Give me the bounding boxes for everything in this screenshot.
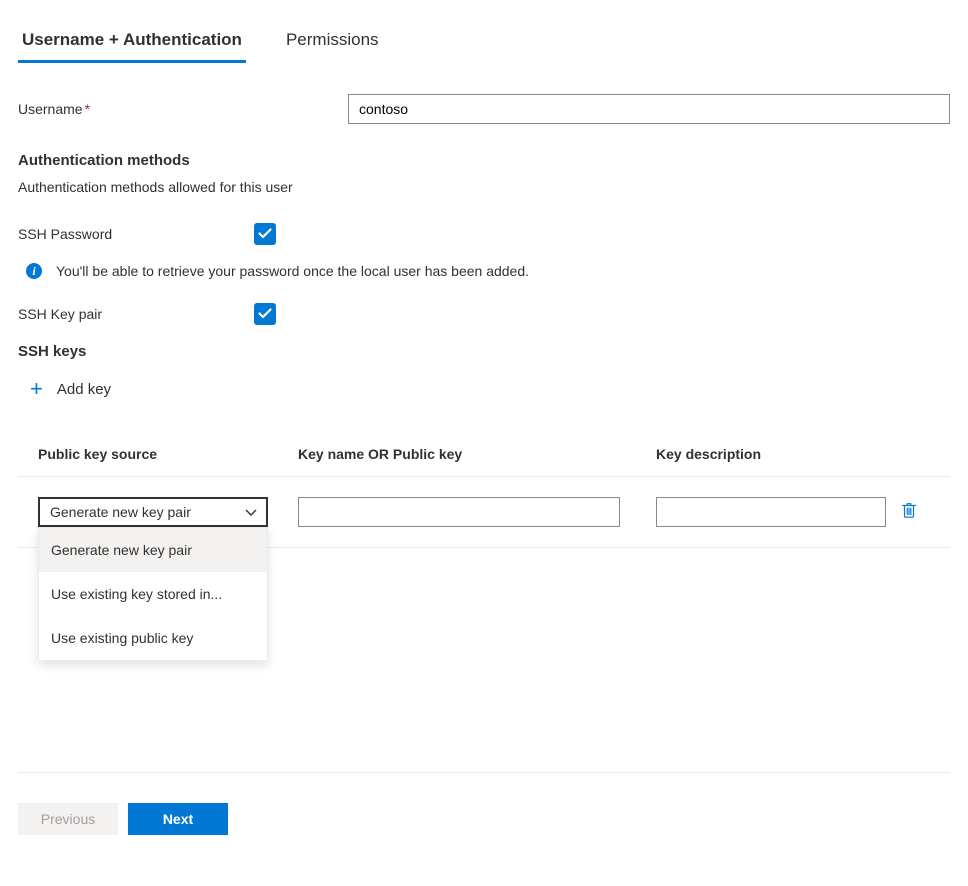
username-row: Username* [18,94,950,124]
public-key-source-options: Generate new key pair Use existing key s… [38,527,268,661]
ssh-keypair-checkbox[interactable] [254,303,276,325]
option-use-existing-stored[interactable]: Use existing key stored in... [39,572,267,616]
ssh-password-row: SSH Password [18,223,950,245]
ssh-key-row: Generate new key pair Generate new key p… [18,477,950,548]
username-label-text: Username [18,101,83,117]
password-info-text: You'll be able to retrieve your password… [56,263,529,279]
next-button[interactable]: Next [128,803,228,835]
add-key-button[interactable]: + Add key [30,378,111,400]
chevron-down-icon [244,505,258,519]
ssh-keys-title: SSH keys [18,343,950,360]
required-asterisk: * [85,101,90,117]
key-description-input[interactable] [656,497,886,527]
tab-username-authentication[interactable]: Username + Authentication [18,20,246,63]
tabs: Username + Authentication Permissions [18,20,950,64]
delete-key-button[interactable] [900,497,930,522]
ssh-keypair-label: SSH Key pair [18,306,254,322]
public-key-source-dropdown-wrap: Generate new key pair Generate new key p… [38,497,268,527]
trash-icon [900,501,918,519]
auth-methods-title: Authentication methods [18,152,950,169]
plus-icon: + [30,378,43,400]
wizard-footer: Previous Next [18,772,950,835]
previous-button[interactable]: Previous [18,803,118,835]
auth-methods-subtitle: Authentication methods allowed for this … [18,179,950,195]
ssh-password-checkbox[interactable] [254,223,276,245]
info-icon: i [26,263,42,279]
password-info-note: i You'll be able to retrieve your passwo… [26,263,950,279]
checkmark-icon [257,226,273,242]
username-label: Username* [18,101,348,117]
public-key-source-dropdown[interactable]: Generate new key pair [38,497,268,527]
dropdown-selected-text: Generate new key pair [50,504,191,520]
ssh-keypair-row: SSH Key pair [18,303,950,325]
option-use-existing-public-key[interactable]: Use existing public key [39,616,267,660]
ssh-keys-table-header: Public key source Key name OR Public key… [18,432,950,477]
option-generate-new-key-pair[interactable]: Generate new key pair [39,528,267,572]
col-header-source: Public key source [38,446,298,462]
col-header-desc: Key description [656,446,886,462]
add-key-label: Add key [57,381,111,398]
tab-permissions[interactable]: Permissions [282,20,383,63]
username-input[interactable] [348,94,950,124]
ssh-password-label: SSH Password [18,226,254,242]
checkmark-icon [257,306,273,322]
col-header-name: Key name OR Public key [298,446,638,462]
key-name-input[interactable] [298,497,620,527]
